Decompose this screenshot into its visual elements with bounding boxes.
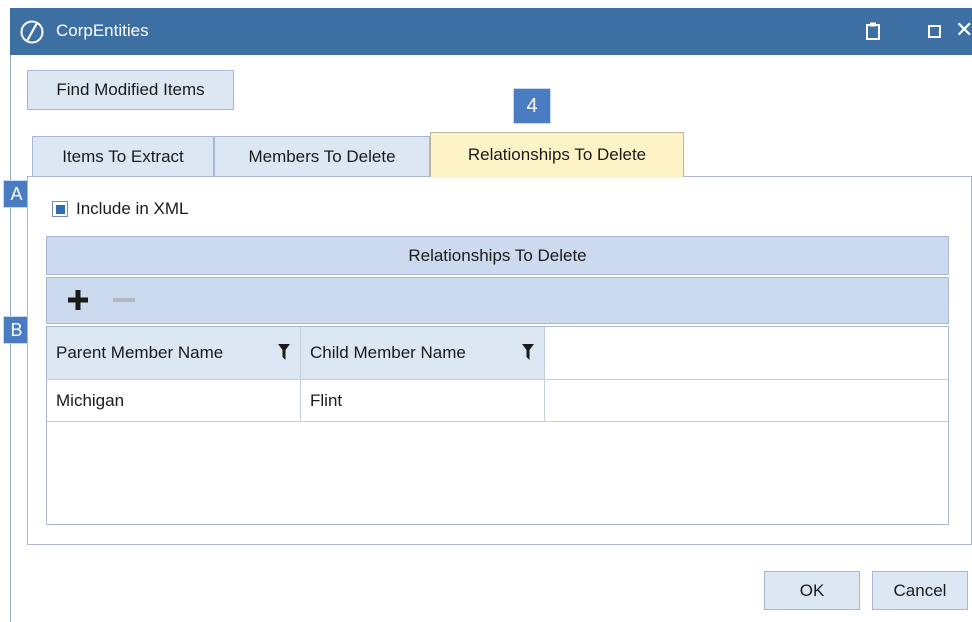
- tab-items-to-extract[interactable]: Items To Extract: [32, 136, 214, 177]
- grid-toolbar: [46, 277, 949, 324]
- filter-icon[interactable]: [278, 344, 290, 360]
- app-logo-icon: [20, 20, 44, 44]
- tab-relationships-to-delete[interactable]: Relationships To Delete: [430, 132, 684, 178]
- callout-badge-a: A: [3, 180, 30, 208]
- grid-title: Relationships To Delete: [46, 236, 949, 275]
- filter-icon[interactable]: [522, 344, 534, 360]
- include-in-xml-row[interactable]: Include in XML: [52, 199, 188, 219]
- include-in-xml-checkbox[interactable]: [52, 201, 68, 217]
- remove-row-icon[interactable]: [113, 298, 135, 302]
- checkbox-checked-mark: [55, 204, 65, 214]
- column-header-label: Child Member Name: [310, 343, 466, 362]
- find-modified-items-button[interactable]: Find Modified Items: [27, 70, 234, 110]
- title-bar: CorpEntities ✕: [10, 8, 972, 55]
- maximize-icon[interactable]: [928, 25, 941, 38]
- column-header-child-member[interactable]: Child Member Name: [301, 327, 545, 380]
- ok-button[interactable]: OK: [764, 571, 860, 610]
- table-cell-empty[interactable]: [545, 380, 948, 422]
- relationships-grid: Parent Member Name Child Member Name Mic…: [46, 326, 949, 525]
- column-header-empty: [545, 327, 948, 380]
- column-header-parent-member[interactable]: Parent Member Name: [47, 327, 301, 380]
- clipboard-icon[interactable]: [866, 22, 880, 40]
- add-row-icon[interactable]: [66, 288, 90, 312]
- tab-members-to-delete[interactable]: Members To Delete: [214, 136, 430, 177]
- cancel-button[interactable]: Cancel: [872, 571, 968, 610]
- callout-badge-b: B: [3, 316, 30, 344]
- column-header-label: Parent Member Name: [56, 343, 224, 362]
- callout-badge-4: 4: [513, 88, 551, 124]
- include-in-xml-label: Include in XML: [76, 199, 189, 218]
- table-cell-child[interactable]: Flint: [301, 380, 545, 422]
- table-cell-parent[interactable]: Michigan: [47, 380, 301, 422]
- close-icon[interactable]: ✕: [955, 17, 972, 43]
- window-title: CorpEntities: [56, 21, 149, 40]
